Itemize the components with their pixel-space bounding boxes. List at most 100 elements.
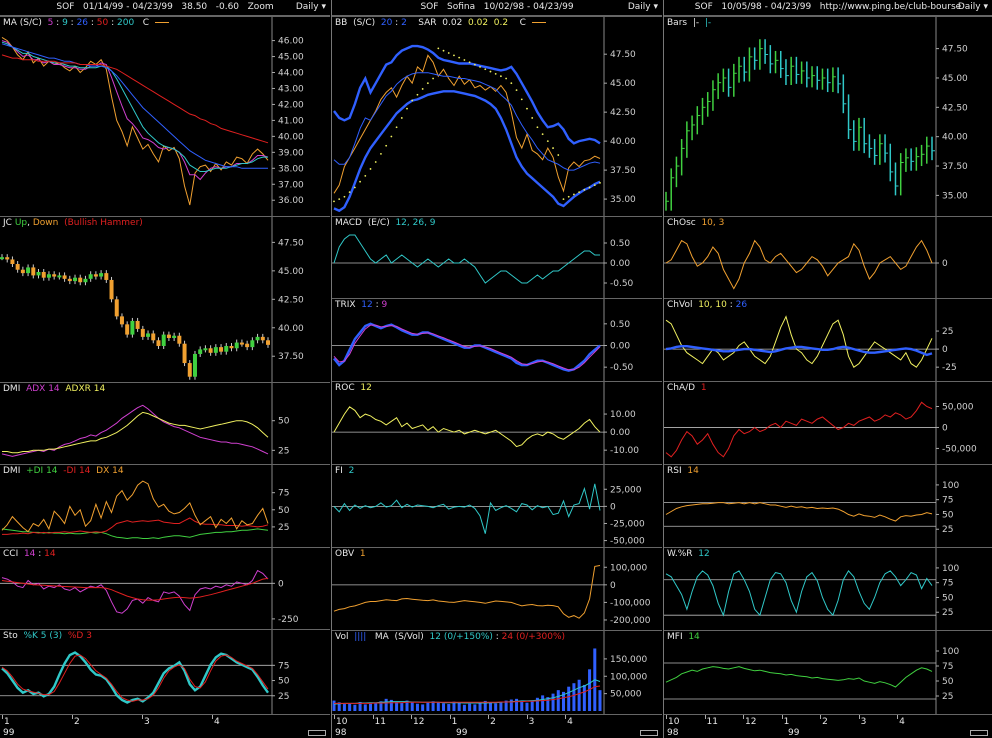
period-dropdown[interactable]: Daily ▾ [296, 2, 326, 12]
year-label: 99 [788, 728, 800, 738]
x-tick-label: 2 [74, 717, 80, 727]
sar-dot [353, 186, 356, 189]
panel-title: BB (S/C) 20 : 2 SAR 0.02 0.02 0.2 C [335, 18, 546, 28]
panel-title-segment: C [134, 18, 155, 28]
candle-body [234, 342, 239, 349]
x-tick-label: 2 [822, 717, 828, 727]
panel-title-segment: +DI 14 [26, 466, 58, 476]
indicator-panel-chvol[interactable]: 25 0 -25 ChVol 10, 10 : 26 [664, 298, 992, 382]
volume-bar [598, 690, 602, 711]
volume-bar [572, 683, 576, 711]
y-tick-label: 25 [278, 523, 289, 533]
time-axis: 10 11 12 1 2 3 4 98 99 [664, 714, 992, 738]
indicator-panel-jc[interactable]: 47.50 45.00 42.50 40.00 37.50 JC Up, Down (Bu… [0, 216, 330, 383]
sar-dot [374, 161, 377, 163]
panel-title-segment: 14 [23, 549, 36, 559]
indicator-panel-bars[interactable]: 47.50 45.00 42.50 40.00 37.50 35.00 Bars |- |- [664, 16, 992, 217]
candle-body [187, 363, 192, 377]
indicator-panel-roc[interactable]: 10.00 0.00 -10.00 ROC 12 [332, 381, 662, 465]
volume-bar [457, 703, 461, 711]
sar-dot [593, 184, 596, 187]
series-line [1, 36, 269, 206]
volume-bar [421, 704, 425, 711]
indicator-panel-chad[interactable]: 50,000 0 -50,000 ChA/D 1 [664, 381, 992, 465]
indicator-panel-cci[interactable]: 0 -250 CCI 14 : 14 [0, 547, 330, 630]
chart-header: SOF Sofina 10/02/98 - 04/23/99 Daily ▾ [332, 0, 662, 16]
scroll-arrows-button[interactable] [640, 730, 658, 736]
x-tick-label: 12 [413, 717, 425, 727]
series-line [1, 54, 269, 144]
volume-bar [363, 704, 367, 711]
candle-body [5, 257, 10, 260]
indicator-panel-vol[interactable]: 150,000 100,000 50,000 Vol |||| MA (S/Vol) … [332, 630, 662, 715]
indicator-panel-mfi[interactable]: 100 75 50 25 MFI 14 [664, 630, 992, 715]
y-tick-label: 0.00 [610, 259, 630, 269]
period-dropdown[interactable]: Daily ▾ [958, 2, 988, 12]
y-tick-label: 0.50 [610, 320, 630, 330]
panel-title-segment: 9 [381, 300, 388, 310]
y-tick-label: 50 [942, 677, 954, 687]
period-label: Daily [627, 2, 651, 12]
volume-bar [332, 700, 336, 711]
plot-jc: 47.50 45.00 42.50 40.00 37.50 [0, 217, 304, 383]
sar-dot [437, 47, 440, 50]
panel-title-segment: 14 [688, 632, 700, 642]
sar-dot [369, 168, 372, 170]
x-tick [212, 715, 213, 719]
panel-title: DMI ADX 14 ADXR 14 [3, 384, 105, 394]
volume-bar [541, 695, 545, 711]
scroll-arrows-button[interactable] [970, 730, 988, 736]
candle-body [125, 324, 130, 335]
zoom-button[interactable]: Zoom [248, 2, 274, 12]
indicator-panel-wr[interactable]: 100 75 50 25 W.%R 12 [664, 547, 992, 631]
panel-title-segment: ROC [335, 383, 361, 393]
indicator-panel-obv[interactable]: 100,000 0 -100,000 -200,000 OBV 1 [332, 547, 662, 631]
series-line [333, 679, 601, 705]
volume-bar [582, 684, 586, 711]
x-tick-label: 11 [706, 717, 718, 727]
sar-dot [395, 126, 398, 129]
candle-body [208, 348, 213, 353]
indicator-panel-dmi2[interactable]: 75 50 25 DMI +DI 14 -DI 14 DX 14 [0, 464, 330, 548]
candle-body [255, 336, 260, 341]
candle-body [73, 277, 78, 282]
plot-vol: 150,000 100,000 50,000 [332, 631, 647, 715]
sar-dot [426, 82, 429, 85]
x-tick-label: 4 [899, 717, 905, 727]
sar-dot [442, 49, 445, 52]
scroll-arrows-button[interactable] [308, 730, 326, 736]
indicator-panel-dmi1[interactable]: 50 25 DMI ADX 14 ADXR 14 [0, 382, 330, 465]
candle-body [156, 340, 161, 346]
indicator-panel-bb[interactable]: 47.50 45.00 42.50 40.00 37.50 35.00 BB (S/C) 2… [332, 16, 662, 217]
y-tick-label: 42.50 [610, 108, 636, 118]
sar-dot [562, 198, 565, 200]
sar-dot [494, 72, 497, 75]
indicator-panel-fi[interactable]: 25,000 0 -25,000 -50,000 FI 2 [332, 464, 662, 548]
panel-title-segment: %K 5 (3) [23, 631, 63, 641]
y-tick-label: 0 [942, 345, 948, 355]
indicator-panel-macd[interactable]: 0.50 0.00 -0.50 MACD (E/C) 12, 26, 9 [332, 216, 662, 299]
panel-title-segment: W.%R [667, 549, 699, 559]
sar-dot [406, 107, 408, 110]
panel-title-segment: 10, 3 [701, 218, 725, 228]
candle-body [83, 278, 88, 283]
sar-dot [380, 152, 382, 155]
indicator-panel-chosc[interactable]: 0 ChOsc 10, 3 [664, 216, 992, 299]
series-line [665, 666, 933, 688]
panel-title-segment: : [53, 18, 63, 28]
y-tick-label: -25 [942, 363, 957, 373]
indicator-panel-ma[interactable]: 46.00 45.00 44.00 43.00 42.00 41.00 40.00 39.00… [0, 16, 330, 217]
series-line [1, 528, 269, 540]
indicator-panel-rsi[interactable]: 100 75 50 25 RSI 14 [664, 464, 992, 548]
y-tick-label: 45.00 [278, 267, 304, 277]
indicator-panel-sto[interactable]: 75 50 25 Sto %K 5 (3) %D 3 [0, 629, 330, 715]
x-tick [704, 715, 706, 719]
sar-dot [400, 117, 403, 119]
indicator-panel-trix[interactable]: 0.50 0.00 -0.50 TRIX 12 : 9 [332, 298, 662, 382]
sar-dot [333, 200, 335, 203]
column-divider [663, 0, 664, 738]
panel-title-segment: MA [3, 18, 17, 28]
period-dropdown[interactable]: Daily ▾ [628, 2, 658, 12]
plot-trix: 0.50 0.00 -0.50 [332, 299, 634, 382]
x-tick [72, 715, 73, 719]
